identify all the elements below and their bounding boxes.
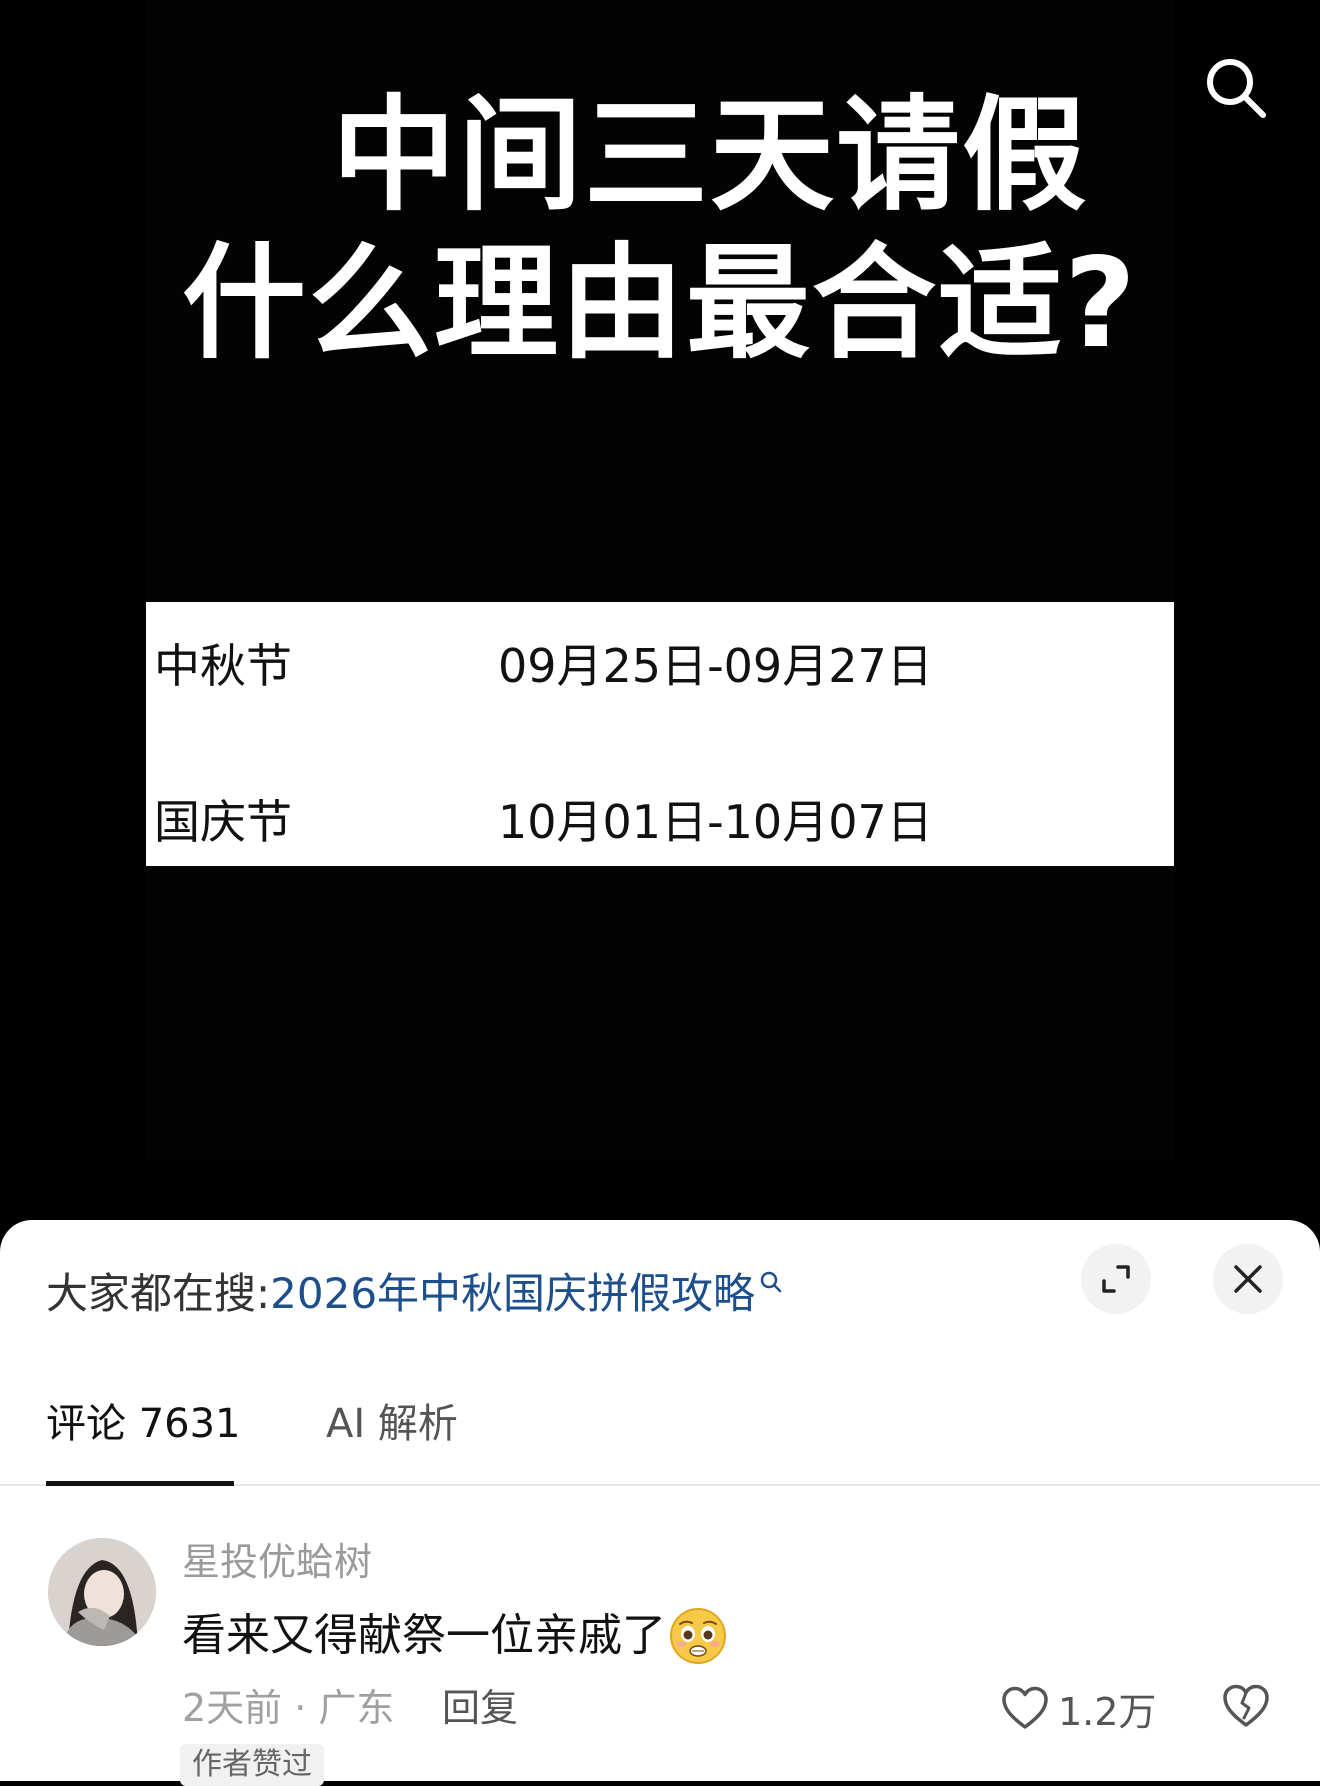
pleading-face-emoji-icon xyxy=(670,1608,726,1664)
comment-text: 看来又得献祭一位亲戚了 xyxy=(182,1610,666,1661)
hot-search-bar[interactable]: 大家都在搜:2026年中秋国庆拼假攻略 xyxy=(46,1266,783,1322)
comment-sheet: 大家都在搜:2026年中秋国庆拼假攻略 评论 7631 AI 解析 星投优蛤树 … xyxy=(0,1220,1320,1786)
holiday-name: 中秋节 xyxy=(154,639,292,693)
reply-button[interactable]: 回复 xyxy=(442,1682,518,1734)
avatar[interactable] xyxy=(48,1538,156,1646)
search-button[interactable] xyxy=(1198,50,1274,126)
expand-icon xyxy=(1102,1265,1130,1293)
holiday-row: 中秋节 09月25日-09月27日 xyxy=(146,636,1174,696)
holiday-dates: 09月25日-09月27日 xyxy=(498,639,933,693)
comment-meta: 2天前 · 广东 xyxy=(182,1686,395,1730)
like-count: 1.2万 xyxy=(1058,1689,1157,1734)
video-headline: 中间三天请假 什么理由最合适? xyxy=(146,82,1174,378)
expand-button[interactable] xyxy=(1081,1244,1151,1314)
video-player[interactable]: 中间三天请假 什么理由最合适? 中秋节 09月25日-09月27日 国庆节 10… xyxy=(0,0,1320,1240)
search-icon xyxy=(1207,59,1266,118)
holiday-row: 国庆节 10月01日-10月07日 xyxy=(146,792,1174,852)
heart-icon xyxy=(1002,1686,1048,1729)
hot-search-topic-link[interactable]: 2026年中秋国庆拼假攻略 xyxy=(270,1269,755,1318)
tab-ai-analysis[interactable]: AI 解析 xyxy=(326,1396,458,1452)
close-button[interactable] xyxy=(1213,1244,1283,1314)
broken-heart-icon xyxy=(1223,1684,1269,1727)
headline-line-2: 什么理由最合适? xyxy=(182,232,1138,376)
comment-username[interactable]: 星投优蛤树 xyxy=(182,1536,372,1588)
holiday-table: 中秋节 09月25日-09月27日 国庆节 10月01日-10月07日 xyxy=(146,602,1174,866)
comment-item: 星投优蛤树 看来又得献祭一位亲戚了 2天前 · 广东 回复 1.2万 作者赞过 xyxy=(0,1510,1320,1786)
author-liked-badge: 作者赞过 xyxy=(180,1744,324,1786)
active-tab-indicator xyxy=(46,1481,234,1486)
like-button[interactable]: 1.2万 xyxy=(1000,1680,1156,1736)
hot-search-prefix: 大家都在搜: xyxy=(46,1269,271,1318)
holiday-name: 国庆节 xyxy=(154,795,292,849)
user-photo-icon xyxy=(48,1538,156,1646)
comment-tabs: 评论 7631 AI 解析 xyxy=(0,1380,1320,1486)
search-small-icon xyxy=(760,1271,782,1293)
headline-line-1: 中间三天请假 xyxy=(331,84,1088,228)
tab-comments[interactable]: 评论 7631 xyxy=(46,1396,241,1452)
close-icon xyxy=(1234,1265,1262,1293)
dislike-button[interactable] xyxy=(1218,1678,1274,1734)
holiday-dates: 10月01日-10月07日 xyxy=(498,795,933,849)
